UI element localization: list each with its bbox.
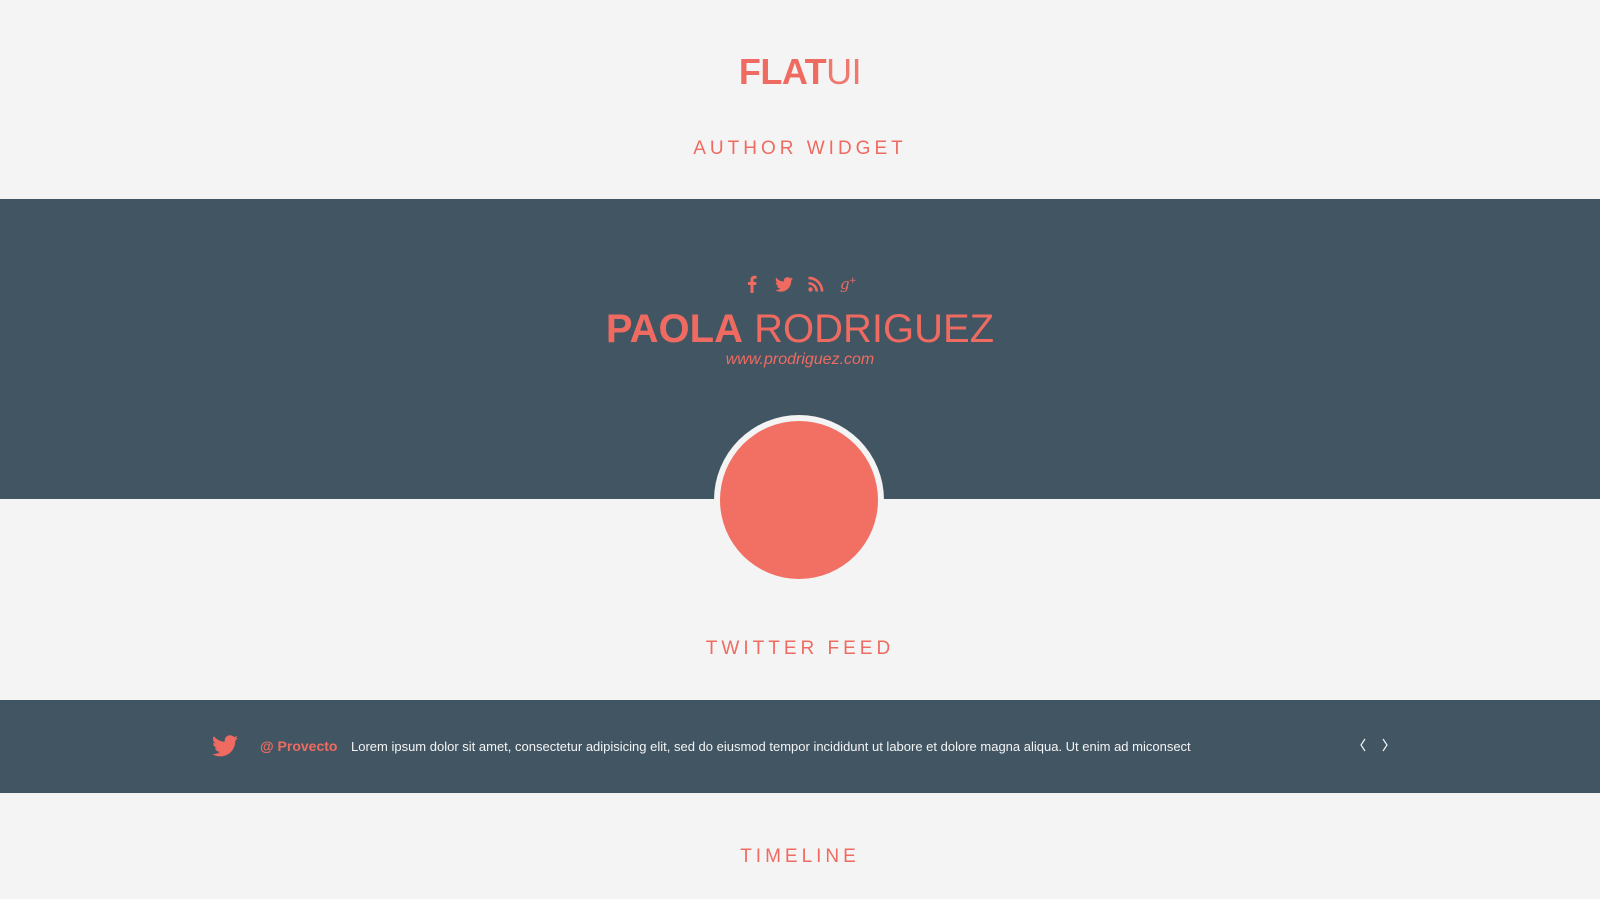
author-website-link[interactable]: www.prodriguez.com xyxy=(0,351,1600,369)
social-links: g + xyxy=(0,275,1600,293)
tweet-navigation xyxy=(1357,736,1391,754)
author-widget-heading: AUTHOR WIDGET xyxy=(693,138,907,159)
google-plus-icon[interactable]: g + xyxy=(839,275,857,293)
twitter-icon[interactable] xyxy=(775,275,793,293)
twitter-feed: @ Provecto Lorem ipsum dolor sit amet, c… xyxy=(0,700,1600,793)
facebook-icon[interactable] xyxy=(743,275,761,293)
logo-bold-text: FLAT xyxy=(738,51,827,92)
twitter-bird-icon xyxy=(212,735,238,757)
logo-light-text: UI xyxy=(826,51,862,92)
avatar[interactable] xyxy=(720,421,878,579)
svg-text:+: + xyxy=(849,276,857,286)
twitter-feed-heading: TWITTER FEED xyxy=(705,638,895,659)
author-name: PAOLA RODRIGUEZ xyxy=(0,305,1600,353)
chevron-right-icon[interactable] xyxy=(1379,736,1391,754)
chevron-left-icon[interactable] xyxy=(1357,736,1369,754)
tweet-author-handle[interactable]: @ Provecto xyxy=(260,738,337,754)
timeline-heading: TIMELINE xyxy=(740,846,860,867)
flatui-logo[interactable]: FLATUI xyxy=(0,48,1600,96)
tweet-text: Lorem ipsum dolor sit amet, consectetur … xyxy=(351,739,1191,754)
page: FLATUI AUTHOR WIDGET g + PAOLA RODRIGUEZ… xyxy=(0,0,1600,899)
avatar-frame xyxy=(714,415,884,585)
author-first-name: PAOLA xyxy=(605,307,743,351)
author-last-name: RODRIGUEZ xyxy=(754,307,995,351)
rss-icon[interactable] xyxy=(807,275,825,293)
